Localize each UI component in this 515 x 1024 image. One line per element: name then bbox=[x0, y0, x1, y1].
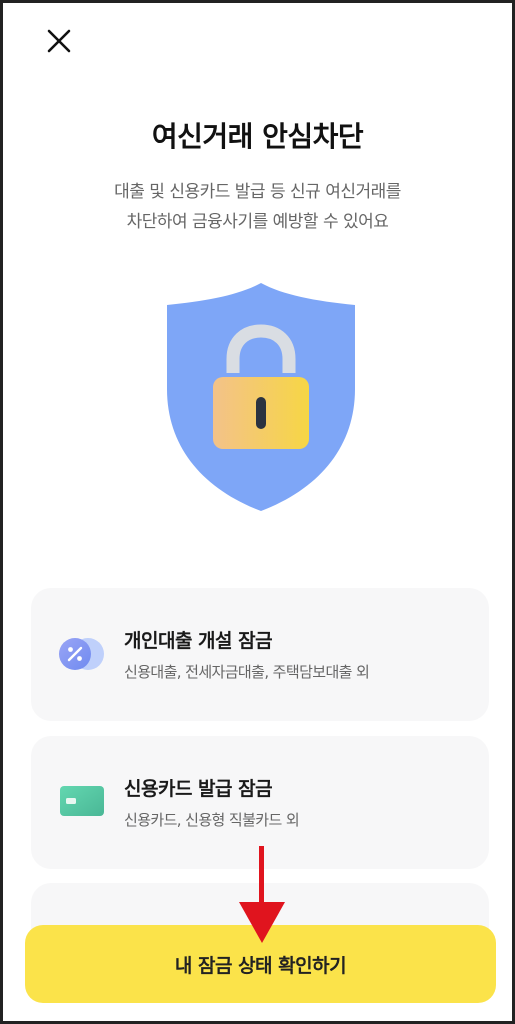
subtitle-line-1: 대출 및 신용카드 발급 등 신규 여신거래를 bbox=[114, 182, 401, 202]
check-lock-status-button[interactable]: 내 잠금 상태 확인하기 bbox=[25, 925, 496, 1003]
card-lock-title: 신용카드 발급 잠금 bbox=[124, 778, 273, 800]
subtitle-line-2: 차단하여 금융사기를 예방할 수 있어요 bbox=[126, 212, 389, 232]
page-title: 여신거래 안심차단 bbox=[151, 120, 364, 153]
personal-loan-icon bbox=[59, 638, 104, 670]
page-subtitle: 대출 및 신용카드 발급 등 신규 여신거래를 차단하여 금융사기를 예방할 수… bbox=[3, 177, 512, 237]
check-lock-status-label: 내 잠금 상태 확인하기 bbox=[174, 954, 347, 977]
close-icon bbox=[47, 29, 71, 53]
loan-lock-title: 개인대출 개설 잠금 bbox=[124, 630, 273, 652]
loan-lock-desc: 신용대출, 전세자금대출, 주택담보대출 외 bbox=[124, 663, 370, 681]
close-button[interactable] bbox=[41, 23, 77, 59]
screen: 여신거래 안심차단 대출 및 신용카드 발급 등 신규 여신거래를 차단하여 금… bbox=[0, 0, 515, 1024]
loan-lock-card[interactable]: 개인대출 개설 잠금 신용대출, 전세자금대출, 주택담보대출 외 bbox=[31, 588, 489, 721]
shield-lock-icon bbox=[167, 283, 355, 511]
card-lock-card[interactable]: 신용카드 발급 잠금 신용카드, 신용형 직불카드 외 bbox=[31, 736, 489, 869]
credit-card-icon bbox=[60, 786, 104, 816]
card-lock-desc: 신용카드, 신용형 직불카드 외 bbox=[124, 811, 300, 829]
